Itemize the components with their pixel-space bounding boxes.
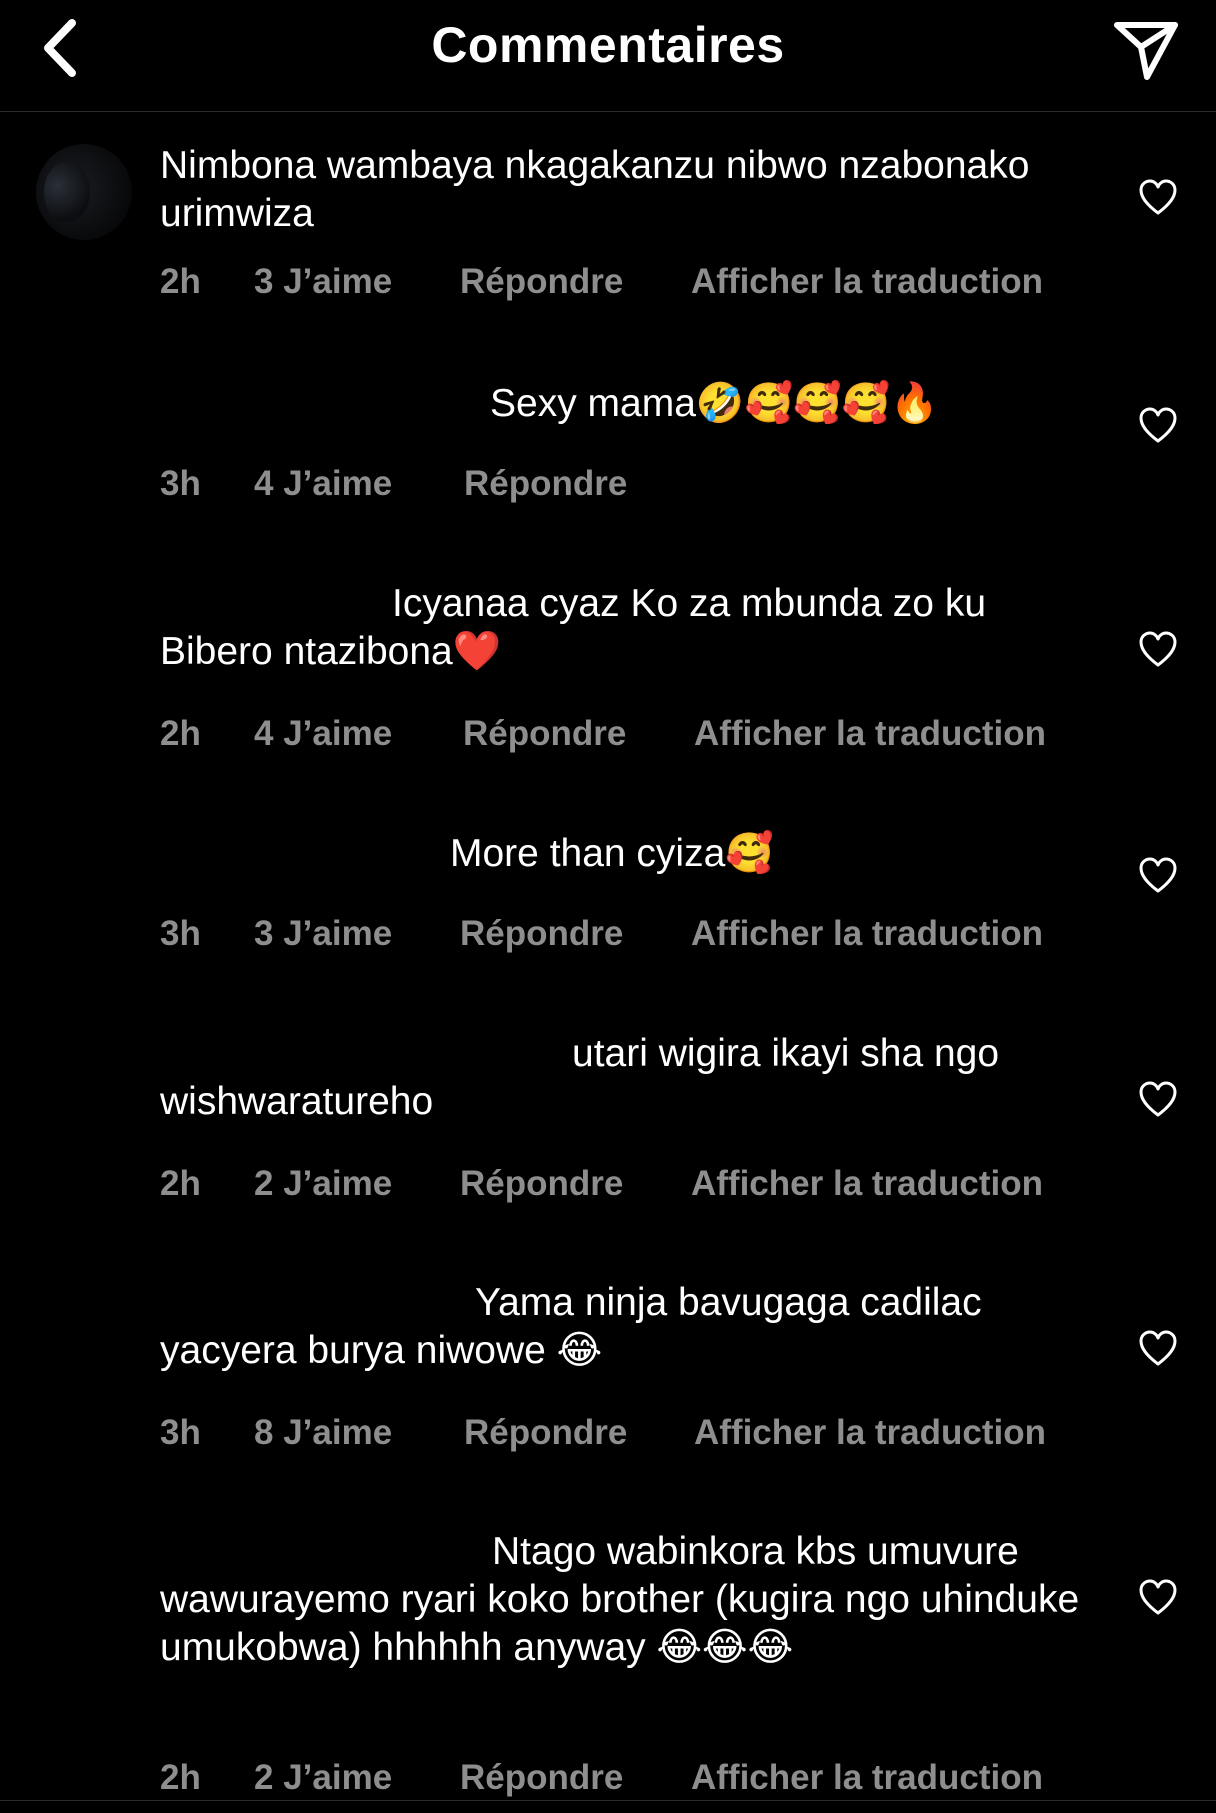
heart-icon[interactable] (1138, 1080, 1178, 1120)
comment-body: Yama ninja bavugaga cadilac yacyera bury… (160, 1281, 982, 1372)
translate-button[interactable]: Afficher la traduction (691, 1758, 1043, 1798)
translate-button[interactable]: Afficher la traduction (691, 1164, 1043, 1204)
comment-time: 3h (160, 914, 201, 953)
comment-time: 2h (160, 1164, 201, 1203)
reply-button[interactable]: Répondre (460, 914, 623, 954)
share-button[interactable] (1108, 12, 1184, 88)
comment-time: 3h (160, 1413, 201, 1452)
like-count[interactable]: 3 J’aime (254, 262, 392, 302)
like-count[interactable]: 3 J’aime (254, 914, 392, 954)
reply-button[interactable]: Répondre (460, 1164, 623, 1204)
reply-button[interactable]: Répondre (463, 714, 626, 754)
page-title: Commentaires (431, 17, 785, 73)
comment-body: Icyanaa cyaz Ko za mbunda zo ku Bibero n… (160, 582, 987, 673)
header-bar: Commentaires (0, 0, 1216, 112)
comment-text: Sexy mama🤣🥰🥰🥰🔥 (490, 380, 1090, 428)
comment-text: Yama ninja bavugaga cadilac yacyera bury… (160, 1279, 1090, 1375)
heart-icon[interactable] (1138, 1329, 1178, 1369)
comment-body: utari wigira ikayi sha ngo wishwaratureh… (160, 1032, 1000, 1123)
comment-body: More than cyiza🥰 (450, 832, 774, 875)
comment-time: 2h (160, 1758, 201, 1797)
comment-time: 2h (160, 714, 201, 753)
like-count[interactable]: 8 J’aime (254, 1413, 392, 1453)
reply-button[interactable]: Répondre (460, 1758, 623, 1798)
list-divider (0, 1800, 1216, 1801)
comment-body: Nimbona wambaya nkagakanzu nibwo nzabona… (160, 144, 1030, 235)
comment-time: 3h (160, 464, 201, 503)
heart-icon[interactable] (1138, 178, 1178, 218)
comment-text: Icyanaa cyaz Ko za mbunda zo ku Bibero n… (160, 580, 1090, 676)
comment-body: Ntago wabinkora kbs umuvure wawurayemo r… (160, 1530, 1080, 1669)
comment-text: Nimbona wambaya nkagakanzu nibwo nzabona… (160, 142, 1090, 238)
heart-icon[interactable] (1138, 630, 1178, 670)
comment-text: Ntago wabinkora kbs umuvure wawurayemo r… (160, 1528, 1090, 1672)
reply-button[interactable]: Répondre (460, 262, 623, 302)
like-count[interactable]: 4 J’aime (254, 714, 392, 754)
comment-text: utari wigira ikayi sha ngo wishwaratureh… (160, 1030, 1090, 1126)
comment-time: 2h (160, 262, 201, 301)
like-count[interactable]: 2 J’aime (254, 1164, 392, 1204)
translate-button[interactable]: Afficher la traduction (694, 714, 1046, 754)
comment-body: Sexy mama🤣🥰🥰🥰🔥 (490, 382, 939, 425)
comment-text: More than cyiza🥰 (450, 830, 1090, 878)
reply-button[interactable]: Répondre (464, 1413, 627, 1453)
like-count[interactable]: 2 J’aime (254, 1758, 392, 1798)
avatar[interactable] (36, 144, 132, 240)
heart-icon[interactable] (1138, 856, 1178, 896)
like-count[interactable]: 4 J’aime (254, 464, 392, 504)
reply-button[interactable]: Répondre (464, 464, 627, 504)
translate-button[interactable]: Afficher la traduction (691, 262, 1043, 302)
heart-icon[interactable] (1138, 406, 1178, 446)
translate-button[interactable]: Afficher la traduction (694, 1413, 1046, 1453)
paper-plane-icon (1114, 22, 1178, 80)
translate-button[interactable]: Afficher la traduction (691, 914, 1043, 954)
heart-icon[interactable] (1138, 1578, 1178, 1618)
